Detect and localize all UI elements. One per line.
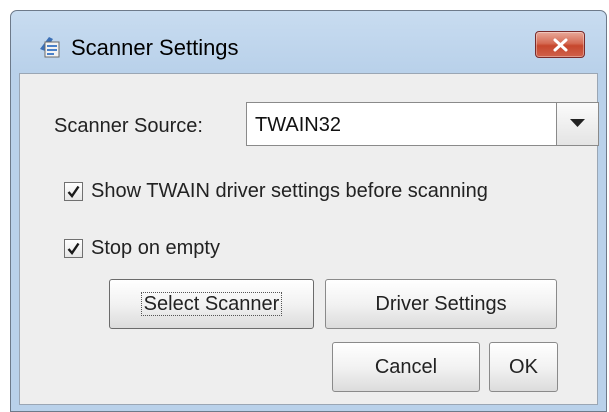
driver-settings-label: Driver Settings [375,293,507,315]
select-scanner-button[interactable]: Select Scanner [109,279,314,329]
stop-on-empty-label: Stop on empty [91,237,220,259]
close-button[interactable] [535,31,585,58]
driver-settings-button[interactable]: Driver Settings [325,279,557,329]
title-bar[interactable]: Scanner Settings [11,11,606,73]
select-scanner-label: Select Scanner [140,292,283,316]
dialog-content: Scanner Source: TWAIN32 Show TWAIN drive… [19,73,599,405]
stop-on-empty-checkbox[interactable] [64,239,83,258]
window-title: Scanner Settings [71,35,239,60]
chevron-down-icon [570,119,585,127]
show-driver-settings-label: Show TWAIN driver settings before scanni… [91,180,488,202]
checkmark-icon [67,185,80,198]
show-driver-settings-checkbox[interactable] [64,182,83,201]
scanner-icon [37,33,63,59]
close-icon [553,38,568,52]
checkmark-icon [67,242,80,255]
scanner-source-label: Scanner Source: [54,115,203,137]
scanner-source-value: TWAIN32 [255,114,341,136]
ok-button[interactable]: OK [489,342,558,392]
cancel-label: Cancel [374,356,438,378]
ok-label: OK [509,356,538,378]
scanner-settings-dialog: Scanner Settings Scanner Source: TWAIN32… [10,10,607,412]
dropdown-button[interactable] [556,103,598,145]
cancel-button[interactable]: Cancel [332,342,480,392]
scanner-source-select[interactable]: TWAIN32 [246,102,599,146]
